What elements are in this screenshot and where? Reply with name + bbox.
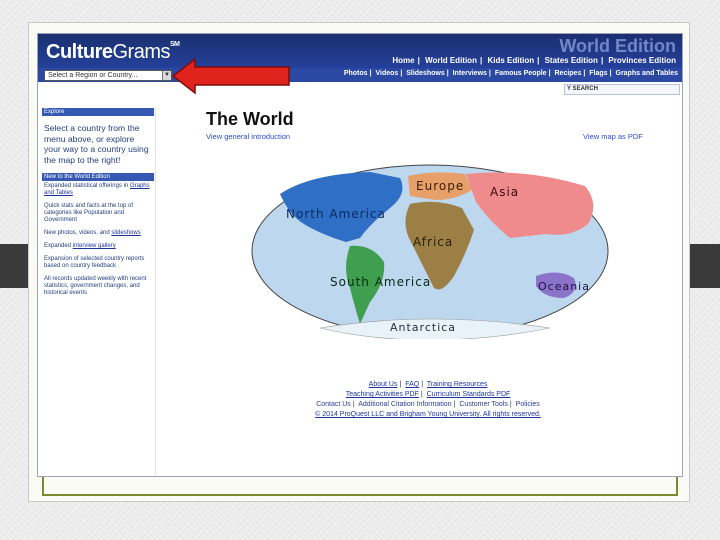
customer-tools-link[interactable]: Customer Tools bbox=[459, 401, 508, 408]
contact-us-link[interactable]: Contact Us bbox=[316, 401, 351, 408]
edition-nav: Home | World Edition | Kids Edition | State… bbox=[392, 56, 676, 65]
section-nav: Photos | Videos | Slideshows | Interviews | … bbox=[343, 70, 679, 77]
map-pdf-link[interactable]: View map as PDF bbox=[583, 132, 643, 141]
copyright-notice[interactable]: © 2014 ProQuest LLC and Brigham Young Un… bbox=[288, 410, 568, 420]
nav-states-edition[interactable]: States Edition bbox=[545, 56, 598, 65]
map-label: South America bbox=[330, 275, 431, 289]
chevron-down-icon[interactable]: ▼ bbox=[162, 71, 171, 80]
curriculum-standards-link[interactable]: Curriculum Standards PDF bbox=[427, 391, 511, 398]
edition-title: World Edition bbox=[559, 36, 676, 56]
nav-kids-edition[interactable]: Kids Edition bbox=[487, 56, 534, 65]
nav-slideshows[interactable]: Slideshows bbox=[406, 70, 445, 77]
nav-recipes[interactable]: Recipes bbox=[555, 70, 582, 77]
map-label: Africa bbox=[413, 235, 453, 249]
news-text: Expanded bbox=[44, 243, 73, 249]
footer-line: Contact Us | Additional Citation Informat… bbox=[316, 401, 540, 408]
nav-interviews[interactable]: Interviews bbox=[453, 70, 487, 77]
page-title: The World bbox=[206, 109, 294, 129]
nav-flags[interactable]: Flags bbox=[589, 70, 607, 77]
logo-text-a: Culture bbox=[46, 41, 113, 63]
news-text: Quick stats and facts at the top of cate… bbox=[44, 203, 134, 223]
sidebar-intro-text: Select a country from the menu above, or… bbox=[44, 123, 149, 165]
sidebar-news-header: New to the World Edition bbox=[42, 173, 154, 181]
sidebar-news-item: All records updated weekly with recent s… bbox=[42, 274, 155, 301]
news-text: Expansion of selected country reports ba… bbox=[44, 256, 145, 269]
policies-link[interactable]: Policies bbox=[516, 401, 540, 408]
map-label: Oceania bbox=[538, 280, 590, 293]
sidebar-header: Explore bbox=[42, 108, 154, 116]
map-label: Asia bbox=[490, 185, 519, 199]
general-introduction-link[interactable]: View general introduction bbox=[206, 132, 290, 141]
culturegrams-logo[interactable]: CultureGramsSM bbox=[46, 41, 180, 64]
nav-videos[interactable]: Videos bbox=[375, 70, 398, 77]
news-text: All records updated weekly with recent s… bbox=[44, 276, 147, 296]
sidebar-news-item: New photos, videos, and slideshows bbox=[42, 228, 155, 241]
faq-link[interactable]: FAQ bbox=[405, 381, 419, 388]
sidebar-news-item: Expanded interview gallery bbox=[42, 241, 155, 254]
training-resources-link[interactable]: Training Resources bbox=[427, 381, 487, 388]
culturegrams-screenshot: CultureGramsSM World Edition Home | World… bbox=[37, 33, 683, 477]
interview-gallery-link[interactable]: interview gallery bbox=[73, 243, 116, 249]
news-text: Expanded statistical offerings in bbox=[44, 183, 130, 189]
region-select-value: Select a Region or Country... bbox=[48, 72, 138, 79]
sidebar: Explore Select a country from the menu a… bbox=[42, 108, 156, 476]
citation-info-link[interactable]: Additional Citation Information bbox=[358, 401, 451, 408]
sidebar-news-item: Expanded statistical offerings in Graphs… bbox=[42, 181, 155, 201]
slide-accent-stripe-left bbox=[0, 244, 28, 288]
region-country-select[interactable]: Select a Region or Country... ▼ bbox=[44, 70, 172, 81]
footer-line: About Us | FAQ | Training Resources bbox=[368, 381, 488, 388]
nav-photos[interactable]: Photos bbox=[344, 70, 368, 77]
nav-provinces-edition[interactable]: Provinces Edition bbox=[608, 56, 676, 65]
search-bar[interactable]: Y SEARCH bbox=[564, 84, 680, 95]
search-label: Y SEARCH bbox=[567, 86, 598, 92]
nav-famous-people[interactable]: Famous People bbox=[495, 70, 547, 77]
slideshows-link[interactable]: slideshows bbox=[111, 230, 140, 236]
section-bar: Select a Region or Country... ▼ Photos | … bbox=[38, 68, 682, 82]
nav-world-edition[interactable]: World Edition bbox=[425, 56, 477, 65]
sidebar-news-item: Quick stats and facts at the top of cate… bbox=[42, 201, 155, 228]
logo-service-mark: SM bbox=[170, 41, 180, 48]
footer-line: Teaching Activities PDF | Curriculum Stan… bbox=[345, 391, 511, 398]
about-us-link[interactable]: About Us bbox=[369, 381, 398, 388]
map-label: Antarctica bbox=[390, 321, 456, 334]
news-text: New photos, videos, and bbox=[44, 230, 112, 236]
map-label: North America bbox=[286, 207, 386, 221]
logo-text-b: Grams bbox=[112, 41, 171, 63]
world-map: North America Europe Asia Africa South A… bbox=[251, 164, 609, 339]
map-label: Europe bbox=[416, 179, 464, 193]
sidebar-news-item: Expansion of selected country reports ba… bbox=[42, 254, 155, 274]
site-header: CultureGramsSM World Edition Home | World… bbox=[38, 34, 682, 68]
nav-graphs-tables[interactable]: Graphs and Tables bbox=[616, 70, 679, 77]
teaching-activities-link[interactable]: Teaching Activities PDF bbox=[346, 391, 419, 398]
site-footer: About Us | FAQ | Training Resources Teachi… bbox=[288, 380, 568, 420]
red-pointer-arrow-icon bbox=[171, 57, 290, 95]
nav-home[interactable]: Home bbox=[392, 56, 414, 65]
